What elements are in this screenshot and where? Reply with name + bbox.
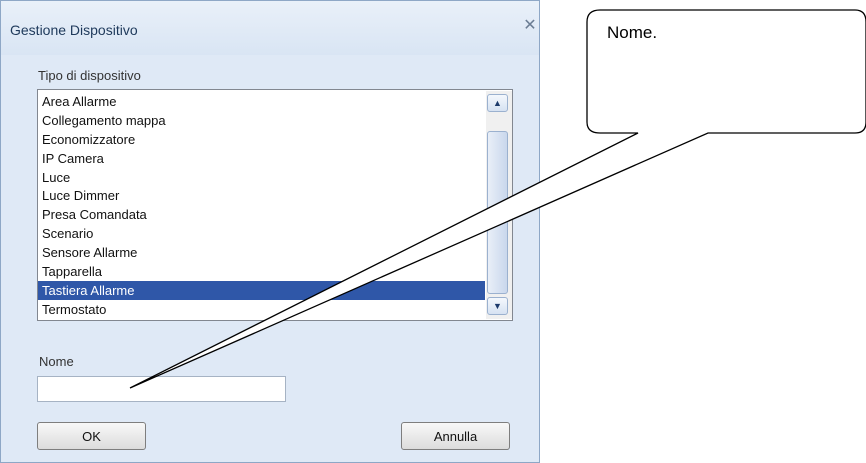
callout-balloon [129,9,866,389]
callout-text: Nome. [607,23,658,42]
callout-shape [129,9,866,389]
